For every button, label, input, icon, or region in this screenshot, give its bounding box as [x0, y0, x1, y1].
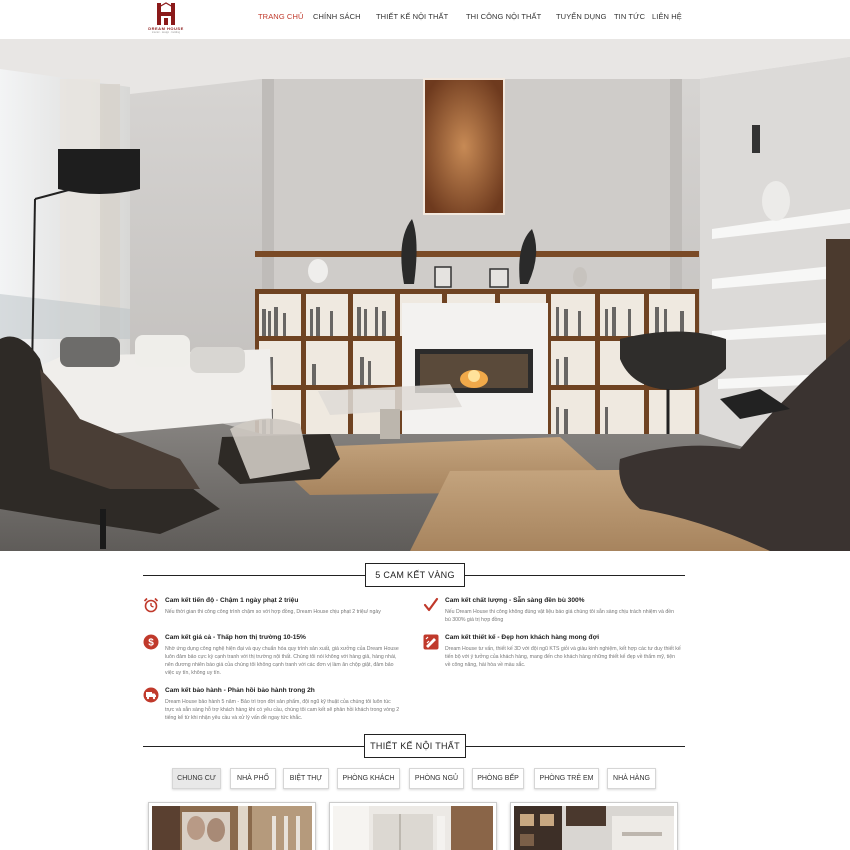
brand-logo[interactable]: DREAM HOUSE interior · design · building	[143, 1, 189, 37]
truck-icon	[143, 687, 159, 703]
nav-item-interior-design[interactable]: Thiết kế nội thất	[376, 12, 448, 21]
tab-townhouse[interactable]: Nhà phố	[230, 768, 276, 789]
site-header: DREAM HOUSE interior · design · building…	[0, 0, 850, 40]
project-thumbnail	[514, 806, 674, 850]
pencil-ruler-icon	[423, 634, 439, 650]
brand-tagline: interior · design · building	[151, 31, 181, 34]
commitment-desc: Nếu Dream House thi công không đúng vật …	[445, 609, 674, 623]
nav-item-news[interactable]: Tin tức	[614, 12, 645, 21]
tab-living-room[interactable]: Phòng khách	[337, 768, 400, 789]
hero-banner-image	[0, 39, 850, 551]
commitment-title: Cam kết giá cả - Thấp hơn thị trường 10-…	[165, 634, 306, 641]
nav-item-recruitment[interactable]: Tuyển dụng	[556, 12, 607, 21]
tab-restaurant[interactable]: Nhà hàng	[607, 768, 656, 789]
commitment-desc: Dream House bảo hành 5 năm - Bảo trì trọ…	[165, 699, 400, 721]
commitments-title: 5 Cam kết vàng	[365, 563, 465, 587]
project-card[interactable]	[148, 802, 316, 850]
interior-section-header: Thiết kế nội thất	[143, 734, 685, 758]
commitments-section-header: 5 Cam kết vàng	[143, 563, 685, 587]
project-card[interactable]	[510, 802, 678, 850]
commitment-desc: Nếu thời gian thi công công trình chậm s…	[165, 609, 381, 615]
interior-title: Thiết kế nội thất	[364, 734, 466, 758]
nav-item-home[interactable]: Trang chủ	[258, 12, 303, 21]
tab-kitchen[interactable]: Phòng bếp	[472, 768, 524, 789]
dollar-icon: $	[143, 634, 159, 650]
commitment-title: Cam kết chất lượng - Sẵn sàng đền bù 300…	[445, 597, 585, 604]
svg-text:$: $	[148, 638, 154, 649]
tab-villa[interactable]: Biệt thự	[283, 768, 329, 789]
nav-item-interior-construction[interactable]: Thi công nội thất	[466, 12, 541, 21]
tab-bedroom[interactable]: Phòng ngủ	[409, 768, 464, 789]
commitment-title: Cam kết tiến độ - Chậm 1 ngày phạt 2 tri…	[165, 597, 299, 604]
project-card[interactable]	[329, 802, 497, 850]
checkmark-icon	[423, 597, 439, 612]
commitment-desc: Nhờ ứng dụng công nghệ hiện đại và quy c…	[165, 646, 399, 676]
tab-apartment[interactable]: Chung cư	[172, 768, 221, 789]
tab-kids-room[interactable]: Phòng trẻ em	[534, 768, 599, 789]
living-room-illustration	[0, 39, 850, 551]
commitment-desc: Dream House tư vấn, thiết kế 3D với đội …	[445, 646, 681, 668]
commitment-title: Cam kết bảo hành - Phản hồi bảo hành tro…	[165, 687, 315, 694]
commitment-title: Cam kết thiết kế - Đẹp hơn khách hàng mo…	[445, 634, 600, 641]
nav-item-policy[interactable]: Chính sách	[313, 12, 361, 21]
dream-house-logo-icon	[157, 2, 175, 25]
project-thumbnail	[152, 806, 312, 850]
project-thumbnail	[333, 806, 493, 850]
nav-item-contact[interactable]: Liên hệ	[652, 12, 682, 21]
alarm-clock-icon	[143, 597, 159, 613]
